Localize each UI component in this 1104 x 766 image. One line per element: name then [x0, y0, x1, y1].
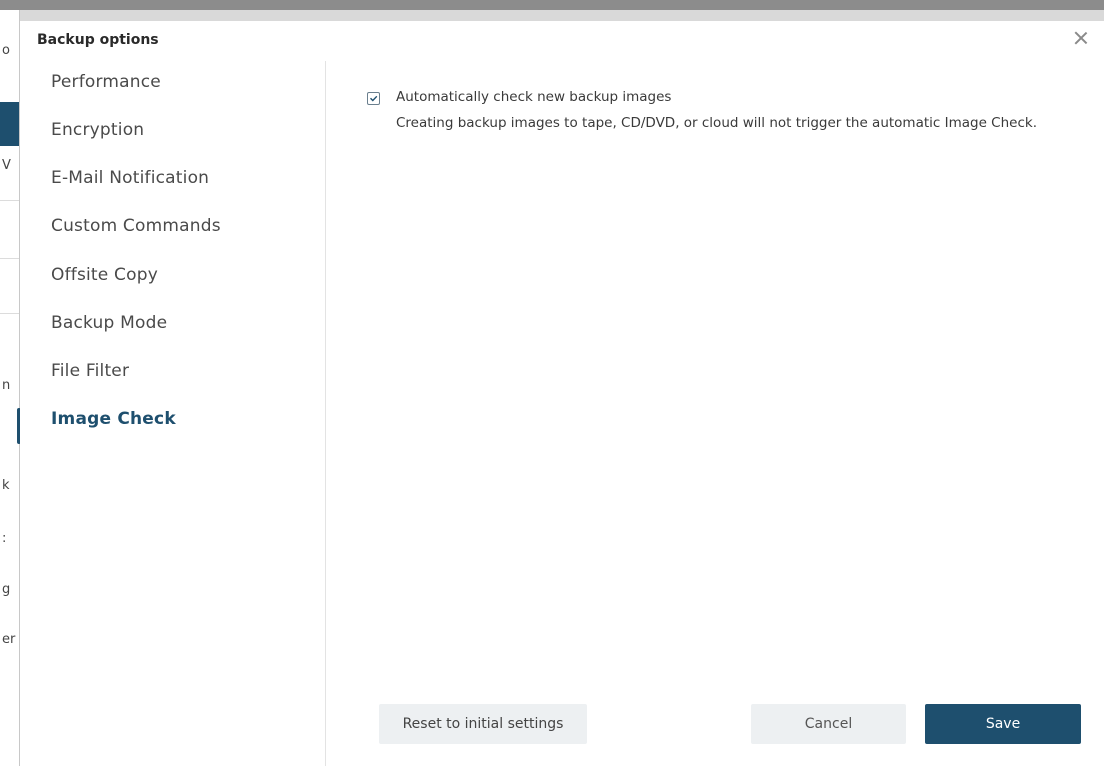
background-text-fragment: n: [2, 378, 11, 393]
reset-button[interactable]: Reset to initial settings: [379, 704, 587, 744]
sidebar-item-email-notification[interactable]: E-Mail Notification: [51, 168, 209, 188]
sidebar-item-custom-commands[interactable]: Custom Commands: [51, 216, 221, 236]
sidebar-item-file-filter[interactable]: File Filter: [51, 361, 129, 381]
background-divider: [0, 258, 19, 259]
background-app-left-edge: o V n k : g er: [0, 10, 21, 766]
background-text-fragment: k: [2, 478, 10, 493]
auto-check-checkbox[interactable]: [367, 92, 380, 105]
cancel-button[interactable]: Cancel: [751, 704, 906, 744]
image-check-panel: Automatically check new backup images Cr…: [327, 61, 1104, 766]
backup-options-dialog: Backup options Performance Encryption E-…: [20, 21, 1104, 766]
sidebar-item-image-check[interactable]: Image Check: [51, 409, 176, 429]
background-text-fragment: V: [2, 158, 11, 173]
sidebar-item-backup-mode[interactable]: Backup Mode: [51, 313, 167, 333]
background-text-fragment: er: [2, 632, 16, 647]
auto-check-description: Creating backup images to tape, CD/DVD, …: [396, 115, 1037, 131]
auto-check-label[interactable]: Automatically check new backup images: [396, 89, 671, 105]
background-text-fragment: o: [2, 43, 10, 58]
check-icon: [370, 95, 378, 102]
background-text-fragment: g: [2, 582, 11, 597]
background-app-top-bar: [0, 0, 1104, 10]
background-text-fragment: :: [2, 531, 7, 546]
dialog-title: Backup options: [37, 32, 159, 48]
sidebar-item-offsite-copy[interactable]: Offsite Copy: [51, 265, 158, 285]
options-sidebar: Performance Encryption E-Mail Notificati…: [20, 61, 326, 766]
background-divider: [0, 313, 19, 314]
sidebar-item-performance[interactable]: Performance: [51, 72, 161, 92]
sidebar-item-encryption[interactable]: Encryption: [51, 120, 144, 140]
background-divider: [0, 200, 19, 201]
close-icon[interactable]: [1072, 29, 1090, 47]
background-app-blue-block: [0, 102, 19, 146]
save-button[interactable]: Save: [925, 704, 1081, 744]
